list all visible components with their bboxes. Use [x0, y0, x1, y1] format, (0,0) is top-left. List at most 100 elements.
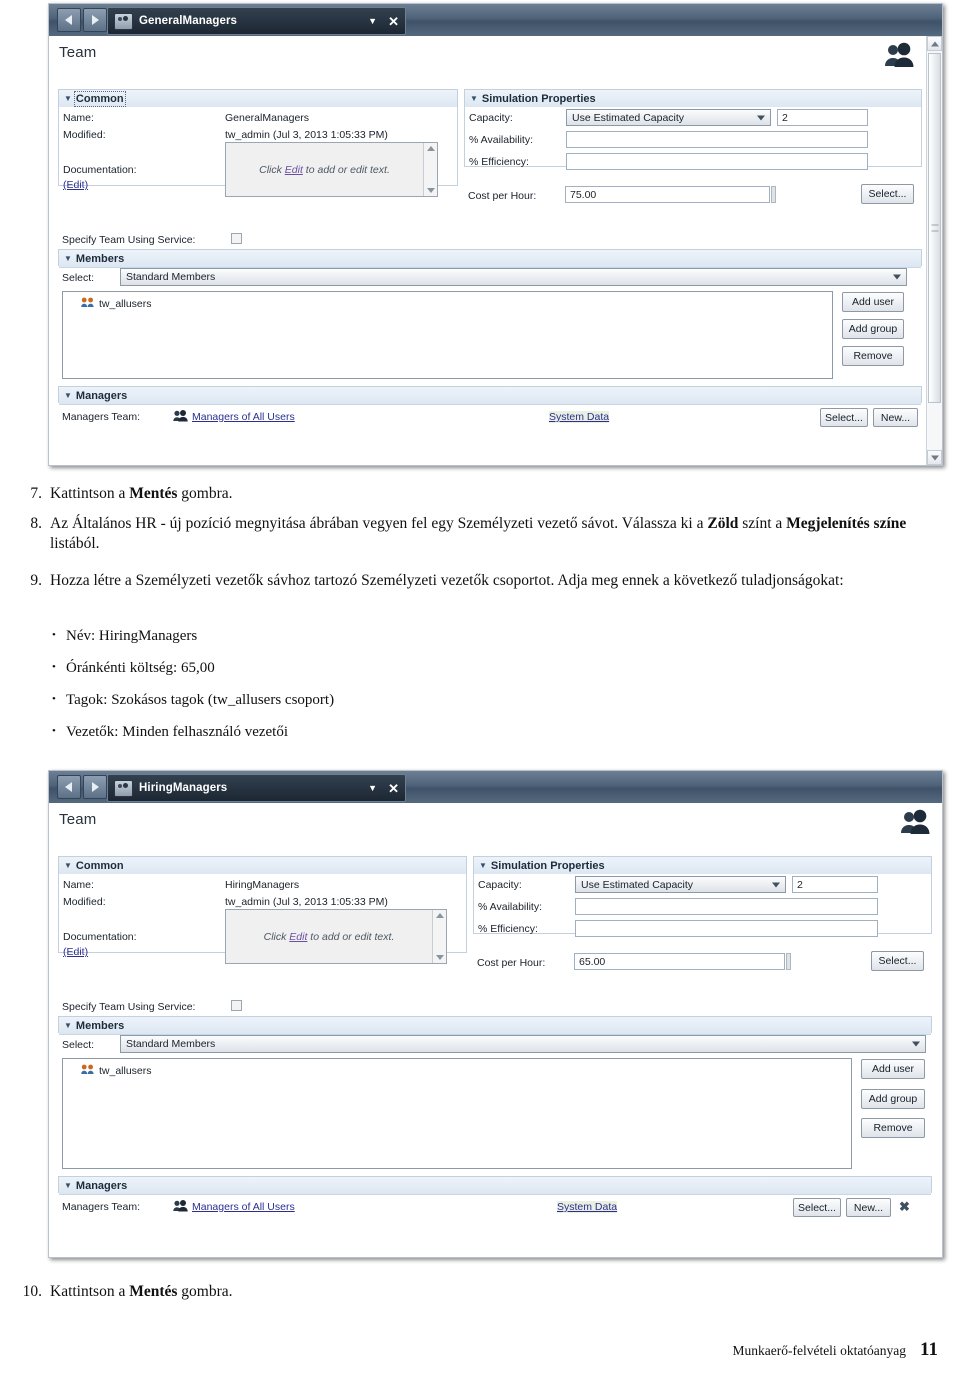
- section-common-header[interactable]: ▼ Common: [59, 857, 466, 875]
- documentation-textbox[interactable]: Click Edit to add or edit text.: [225, 909, 447, 964]
- remove-button[interactable]: Remove: [861, 1118, 925, 1138]
- section-simulation-header[interactable]: ▼ Simulation Properties: [465, 90, 921, 108]
- section-managers-header[interactable]: ▼ Managers: [59, 387, 921, 405]
- specify-team-label: Specify Team Using Service:: [62, 234, 196, 246]
- forward-button[interactable]: [83, 8, 107, 32]
- capacity-number-input[interactable]: 2: [777, 109, 868, 126]
- chevron-down-icon[interactable]: ▼: [479, 861, 487, 870]
- page-title: Team: [59, 811, 97, 828]
- capacity-select[interactable]: Use Estimated Capacity: [566, 109, 771, 126]
- scroll-down-button[interactable]: [927, 450, 942, 465]
- specify-team-checkbox[interactable]: [231, 233, 242, 244]
- doc-ph-link[interactable]: Edit: [289, 931, 307, 943]
- availability-input[interactable]: [575, 898, 878, 915]
- managers-people-icon: [173, 1199, 188, 1217]
- screenshot-hiring-managers: HiringManagers ▼ ✕ Team ▼ Common Name: H…: [48, 770, 943, 1258]
- doc-ph-link[interactable]: Edit: [285, 164, 303, 176]
- scroll-up-icon[interactable]: [426, 146, 435, 151]
- cost-select-button[interactable]: Select...: [861, 184, 914, 204]
- open-tab-hiring-managers[interactable]: HiringManagers ▼ ✕: [107, 774, 406, 802]
- scroll-up-button[interactable]: [927, 36, 942, 51]
- add-group-button[interactable]: Add group: [861, 1089, 925, 1109]
- managers-select-button[interactable]: Select...: [793, 1198, 841, 1217]
- managers-team-link[interactable]: Managers of All Users: [192, 411, 295, 423]
- chevron-down-icon[interactable]: ▼: [64, 1021, 72, 1030]
- back-button[interactable]: [57, 775, 81, 799]
- close-icon[interactable]: ✕: [388, 782, 399, 795]
- capacity-label: Capacity:: [469, 112, 513, 124]
- panel-vertical-scrollbar[interactable]: [926, 36, 942, 465]
- members-select[interactable]: Standard Members: [120, 1035, 926, 1053]
- editor-body: Team ▼ Common Name: GeneralManagers Modi…: [49, 36, 942, 465]
- cost-per-hour-input[interactable]: 75.00: [565, 186, 770, 203]
- scroll-up-icon[interactable]: [435, 913, 444, 918]
- team-people-icon: [884, 42, 914, 73]
- chevron-down-icon[interactable]: ▼: [64, 1181, 72, 1190]
- documentation-textbox[interactable]: Click Edit to add or edit text.: [225, 142, 438, 197]
- scrollbar-thumb[interactable]: [928, 53, 941, 403]
- close-icon[interactable]: ✕: [388, 15, 399, 28]
- page-footer: Munkaerő-felvételi oktatóanyag 11: [732, 1339, 938, 1361]
- chevron-down-icon[interactable]: [912, 1041, 920, 1047]
- chevron-down-icon[interactable]: ▼: [368, 16, 377, 26]
- section-simulation-body: Capacity: Use Estimated Capacity 2 % Ava…: [465, 107, 921, 170]
- scroll-down-icon[interactable]: [426, 188, 435, 193]
- documentation-label: Documentation:: [63, 164, 137, 176]
- clear-icon[interactable]: ✖: [899, 1199, 910, 1215]
- chevron-down-icon[interactable]: ▼: [470, 94, 478, 103]
- chevron-down-icon[interactable]: ▼: [368, 783, 377, 793]
- chevron-down-icon[interactable]: [757, 115, 765, 120]
- add-group-button[interactable]: Add group: [842, 319, 904, 339]
- system-data-link[interactable]: System Data: [557, 1201, 618, 1213]
- capacity-number-input[interactable]: 2: [792, 876, 878, 893]
- managers-new-button[interactable]: New...: [846, 1198, 891, 1217]
- chevron-down-icon[interactable]: ▼: [64, 254, 72, 263]
- add-user-button[interactable]: Add user: [842, 292, 904, 312]
- documentation-scrollbar[interactable]: [423, 143, 437, 196]
- efficiency-label: % Efficiency:: [478, 923, 538, 935]
- chevron-down-icon[interactable]: [893, 274, 901, 280]
- efficiency-input[interactable]: [566, 153, 868, 170]
- list-item[interactable]: tw_allusers: [81, 1064, 152, 1078]
- back-button[interactable]: [57, 8, 81, 32]
- section-managers-header[interactable]: ▼ Managers: [59, 1177, 931, 1195]
- section-common-body: Name: HiringManagers Modified: tw_admin …: [59, 874, 466, 964]
- chevron-down-icon[interactable]: [772, 882, 780, 887]
- capacity-select-value: Use Estimated Capacity: [572, 111, 685, 124]
- documentation-edit-link[interactable]: (Edit): [63, 179, 88, 191]
- section-common-header[interactable]: ▼ Common: [59, 90, 457, 108]
- documentation-scrollbar[interactable]: [432, 910, 446, 963]
- chevron-down-icon[interactable]: ▼: [64, 861, 72, 870]
- add-user-button[interactable]: Add user: [861, 1059, 925, 1079]
- capacity-select[interactable]: Use Estimated Capacity: [575, 876, 786, 893]
- chevron-down-icon[interactable]: ▼: [64, 94, 72, 103]
- section-simulation-header[interactable]: ▼ Simulation Properties: [474, 857, 931, 875]
- section-members-header[interactable]: ▼ Members: [59, 250, 921, 268]
- managers-new-button[interactable]: New...: [873, 408, 918, 427]
- specify-team-checkbox[interactable]: [231, 1000, 242, 1011]
- remove-button[interactable]: Remove: [842, 346, 904, 366]
- section-members-header[interactable]: ▼ Members: [59, 1017, 931, 1035]
- documentation-edit-link[interactable]: (Edit): [63, 946, 88, 958]
- section-common: ▼ Common Name: HiringManagers Modified: …: [58, 856, 467, 964]
- list-item[interactable]: tw_allusers: [81, 297, 152, 311]
- availability-input[interactable]: [566, 131, 868, 148]
- cost-variable-picker[interactable]: [786, 953, 791, 970]
- members-listbox[interactable]: tw_allusers: [62, 1058, 852, 1169]
- cost-per-hour-input[interactable]: 65.00: [574, 953, 785, 970]
- screenshot-general-managers: GeneralManagers ▼ ✕ Team ▼ Common Name: …: [48, 3, 943, 466]
- chevron-down-icon[interactable]: ▼: [64, 391, 72, 400]
- members-listbox[interactable]: tw_allusers: [62, 291, 833, 379]
- cost-select-button[interactable]: Select...: [871, 951, 924, 971]
- section-managers: ▼ Managers: [58, 1176, 932, 1195]
- efficiency-input[interactable]: [575, 920, 878, 937]
- forward-button[interactable]: [83, 775, 107, 799]
- cost-variable-picker[interactable]: [771, 186, 776, 203]
- managers-team-link[interactable]: Managers of All Users: [192, 1201, 295, 1213]
- scroll-down-icon[interactable]: [435, 955, 444, 960]
- members-select[interactable]: Standard Members: [120, 268, 907, 286]
- nav-buttons: [57, 775, 107, 799]
- managers-select-button[interactable]: Select...: [820, 408, 868, 427]
- open-tab-general-managers[interactable]: GeneralManagers ▼ ✕: [107, 7, 406, 35]
- system-data-link[interactable]: System Data: [549, 411, 610, 423]
